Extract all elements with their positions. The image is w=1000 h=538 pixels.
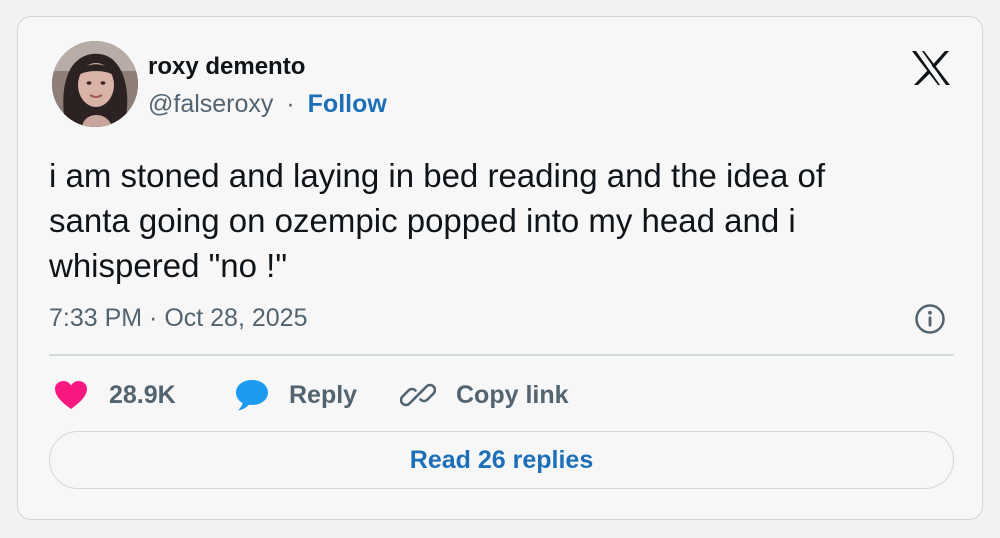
copy-link-label: Copy link bbox=[456, 380, 569, 409]
author-handle[interactable]: @falseroxy bbox=[148, 90, 273, 118]
info-icon[interactable] bbox=[914, 303, 946, 335]
tweet-timestamp[interactable]: 7:33 PM · Oct 28, 2025 bbox=[49, 303, 307, 333]
separator-dot: · bbox=[286, 90, 295, 118]
read-replies-button[interactable]: Read 26 replies bbox=[49, 431, 954, 489]
author-name[interactable]: roxy demento bbox=[148, 53, 305, 81]
reply-label: Reply bbox=[289, 380, 358, 409]
speech-bubble-icon bbox=[236, 380, 268, 411]
tweet-line: santa going on ozempic popped into my he… bbox=[49, 202, 796, 239]
tweet-line: whispered "no !" bbox=[49, 247, 288, 284]
reply-button[interactable]: Reply bbox=[234, 375, 357, 415]
tweet-line: i am stoned and laying in bed reading an… bbox=[49, 157, 826, 194]
x-logo-icon[interactable] bbox=[911, 50, 951, 86]
avatar[interactable] bbox=[52, 41, 138, 127]
link-icon bbox=[400, 383, 436, 407]
like-count: 28.9K bbox=[109, 380, 176, 409]
copy-link-button[interactable]: Copy link bbox=[400, 375, 569, 415]
like-button[interactable]: 28.9K bbox=[54, 375, 176, 415]
follow-button[interactable]: Follow bbox=[308, 90, 387, 118]
tweet-text: i am stoned and laying in bed reading an… bbox=[49, 153, 949, 288]
divider bbox=[49, 354, 954, 356]
heart-icon bbox=[55, 381, 87, 409]
tweet-card: roxy demento @falseroxy · Follow i am st… bbox=[17, 16, 983, 520]
handle-row: @falseroxy · Follow bbox=[148, 89, 387, 119]
